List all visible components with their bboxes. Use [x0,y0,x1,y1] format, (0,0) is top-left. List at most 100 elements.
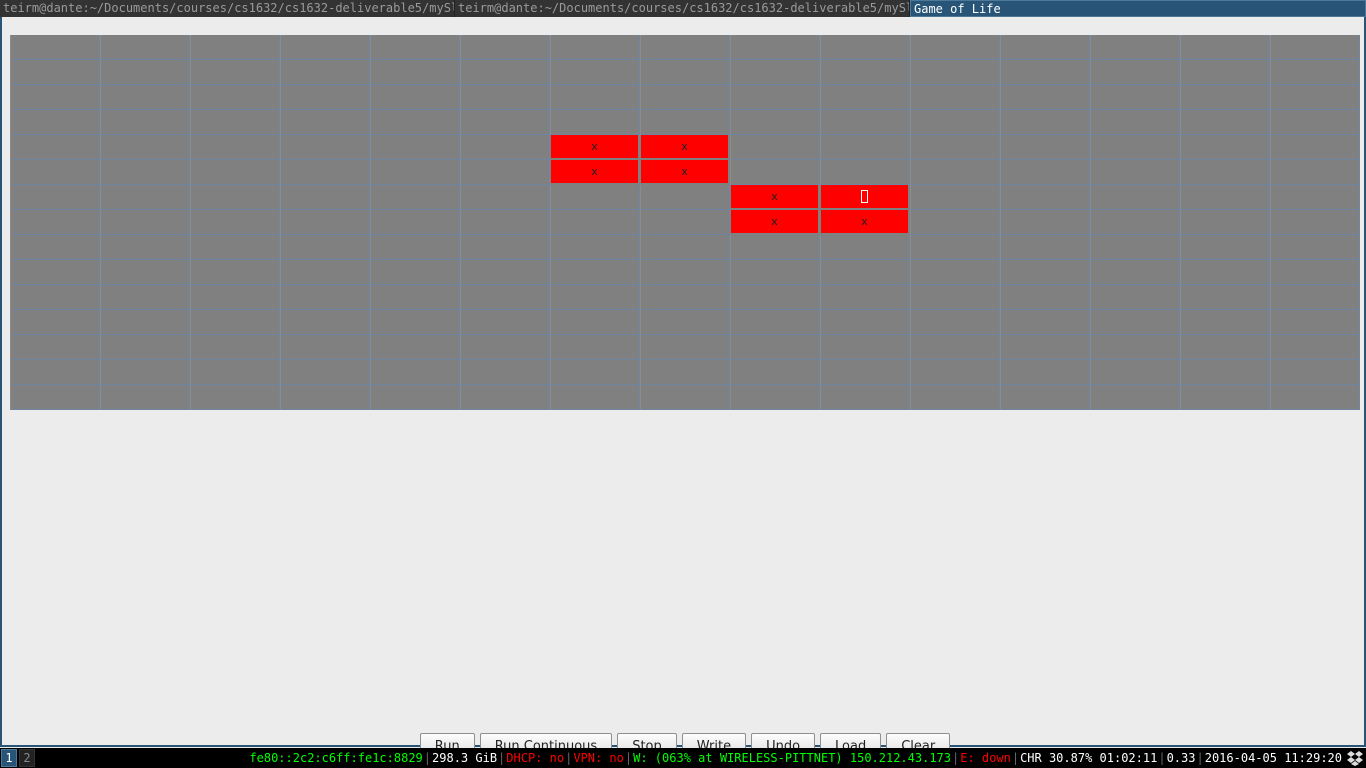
grid-cell-r3-c14[interactable] [1270,110,1360,135]
grid-cell-r0-c8[interactable] [730,35,820,60]
grid-cell-r6-c7[interactable] [640,185,730,210]
grid-cell-r14-c7[interactable] [640,385,730,410]
grid-cell-r2-c14[interactable] [1270,85,1360,110]
grid-cell-r5-c14[interactable] [1270,160,1360,185]
grid-cell-r1-c10[interactable] [910,60,1000,85]
grid-cell-r4-c4[interactable] [370,135,460,160]
grid-cell-r12-c4[interactable] [370,335,460,360]
grid-cell-r8-c6[interactable] [550,235,640,260]
grid-cell-r1-c3[interactable] [280,60,370,85]
grid-cell-r5-c2[interactable] [190,160,280,185]
grid-cell-r11-c1[interactable] [100,310,190,335]
grid-cell-r11-c10[interactable] [910,310,1000,335]
grid-cell-r13-c0[interactable] [10,360,100,385]
grid-cell-r6-c1[interactable] [100,185,190,210]
grid-cell-r7-c12[interactable] [1090,210,1180,235]
grid-cell-r11-c12[interactable] [1090,310,1180,335]
grid-cell-r3-c12[interactable] [1090,110,1180,135]
grid-cell-r5-c7[interactable]: x [640,160,730,185]
grid-cell-r0-c9[interactable] [820,35,910,60]
grid-cell-r10-c13[interactable] [1180,285,1270,310]
grid-cell-r12-c11[interactable] [1000,335,1090,360]
grid-cell-r5-c13[interactable] [1180,160,1270,185]
grid-cell-r9-c14[interactable] [1270,260,1360,285]
grid-cell-r0-c7[interactable] [640,35,730,60]
grid-cell-r4-c3[interactable] [280,135,370,160]
grid-cell-r14-c10[interactable] [910,385,1000,410]
grid-cell-r2-c4[interactable] [370,85,460,110]
grid-cell-r14-c2[interactable] [190,385,280,410]
grid-cell-r13-c14[interactable] [1270,360,1360,385]
grid-cell-r1-c2[interactable] [190,60,280,85]
grid-cell-r7-c5[interactable] [460,210,550,235]
grid-cell-r9-c11[interactable] [1000,260,1090,285]
grid-cell-r8-c9[interactable] [820,235,910,260]
window-tab-terminal-1[interactable]: teirm@dante:~/Documents/courses/cs1632/c… [0,0,455,17]
grid-cell-r10-c4[interactable] [370,285,460,310]
grid-cell-r4-c2[interactable] [190,135,280,160]
grid-cell-r3-c10[interactable] [910,110,1000,135]
grid-cell-r5-c5[interactable] [460,160,550,185]
grid-cell-r12-c9[interactable] [820,335,910,360]
grid-cell-r14-c4[interactable] [370,385,460,410]
grid-cell-r11-c5[interactable] [460,310,550,335]
grid-cell-r13-c5[interactable] [460,360,550,385]
grid-cell-r9-c13[interactable] [1180,260,1270,285]
grid-cell-r11-c11[interactable] [1000,310,1090,335]
grid-cell-r7-c9[interactable]: x [820,210,910,235]
grid-cell-r11-c9[interactable] [820,310,910,335]
grid-cell-r13-c1[interactable] [100,360,190,385]
grid-cell-r7-c3[interactable] [280,210,370,235]
grid-cell-r14-c13[interactable] [1180,385,1270,410]
grid-cell-r7-c1[interactable] [100,210,190,235]
grid-cell-r8-c4[interactable] [370,235,460,260]
grid-cell-r11-c2[interactable] [190,310,280,335]
grid-cell-r2-c10[interactable] [910,85,1000,110]
grid-cell-r4-c11[interactable] [1000,135,1090,160]
grid-cell-r10-c0[interactable] [10,285,100,310]
grid-cell-r6-c9[interactable] [820,185,910,210]
grid-cell-r8-c10[interactable] [910,235,1000,260]
grid-cell-r11-c8[interactable] [730,310,820,335]
grid-cell-r3-c7[interactable] [640,110,730,135]
grid-cell-r3-c2[interactable] [190,110,280,135]
grid-cell-r12-c8[interactable] [730,335,820,360]
grid-cell-r5-c12[interactable] [1090,160,1180,185]
grid-cell-r6-c2[interactable] [190,185,280,210]
grid-cell-r13-c6[interactable] [550,360,640,385]
grid-cell-r14-c3[interactable] [280,385,370,410]
grid-cell-r8-c13[interactable] [1180,235,1270,260]
grid-cell-r13-c8[interactable] [730,360,820,385]
grid-cell-r2-c3[interactable] [280,85,370,110]
grid-cell-r3-c0[interactable] [10,110,100,135]
grid-cell-r12-c14[interactable] [1270,335,1360,360]
grid-cell-r13-c11[interactable] [1000,360,1090,385]
grid-cell-r13-c2[interactable] [190,360,280,385]
grid-cell-r9-c9[interactable] [820,260,910,285]
grid-cell-r4-c6[interactable]: x [550,135,640,160]
grid-cell-r13-c9[interactable] [820,360,910,385]
grid-cell-r1-c4[interactable] [370,60,460,85]
grid-cell-r6-c10[interactable] [910,185,1000,210]
grid-cell-r9-c0[interactable] [10,260,100,285]
grid-cell-r7-c7[interactable] [640,210,730,235]
grid-cell-r2-c8[interactable] [730,85,820,110]
grid-cell-r9-c8[interactable] [730,260,820,285]
grid-cell-r1-c8[interactable] [730,60,820,85]
grid-cell-r3-c5[interactable] [460,110,550,135]
grid-cell-r2-c1[interactable] [100,85,190,110]
grid-cell-r0-c14[interactable] [1270,35,1360,60]
grid-cell-r4-c1[interactable] [100,135,190,160]
grid-cell-r10-c5[interactable] [460,285,550,310]
grid-cell-r1-c5[interactable] [460,60,550,85]
grid-cell-r14-c5[interactable] [460,385,550,410]
grid-cell-r10-c6[interactable] [550,285,640,310]
grid-cell-r12-c1[interactable] [100,335,190,360]
grid-cell-r8-c14[interactable] [1270,235,1360,260]
grid-cell-r9-c6[interactable] [550,260,640,285]
grid-cell-r5-c9[interactable] [820,160,910,185]
grid-cell-r6-c6[interactable] [550,185,640,210]
grid-cell-r13-c3[interactable] [280,360,370,385]
grid-cell-r0-c6[interactable] [550,35,640,60]
grid-cell-r11-c6[interactable] [550,310,640,335]
